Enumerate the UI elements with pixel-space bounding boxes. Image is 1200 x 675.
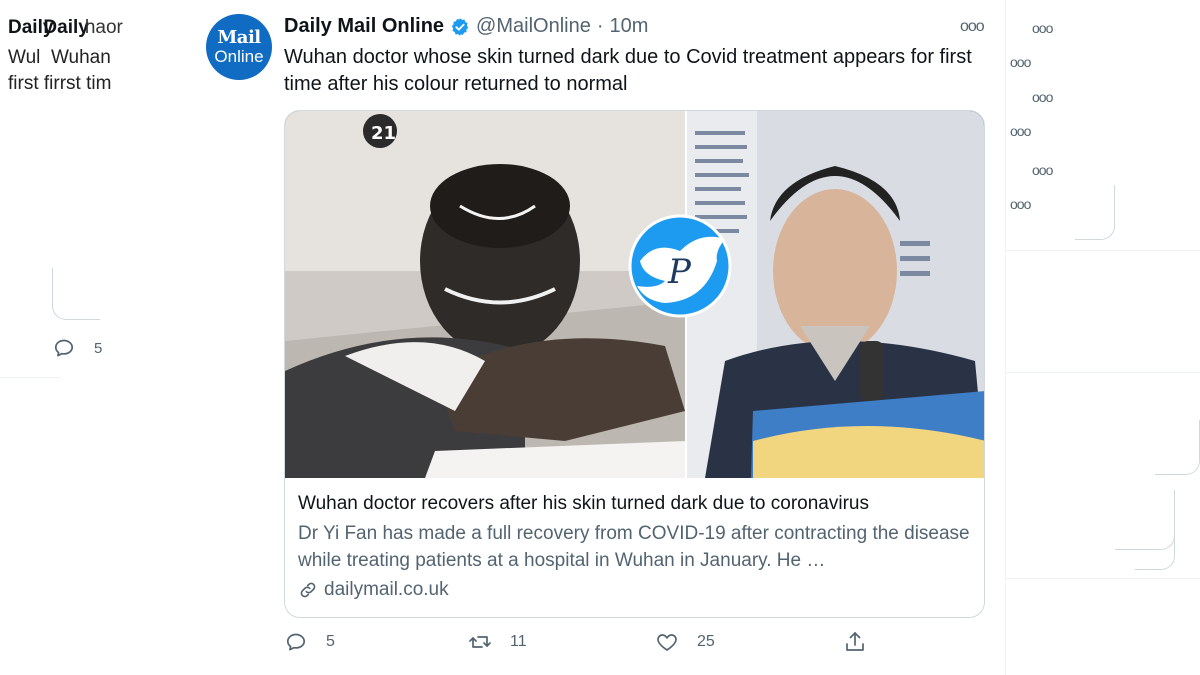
display-name[interactable]: Daily Mail Online (284, 15, 444, 38)
handle[interactable]: @MailOnline (476, 15, 591, 38)
reply-button[interactable]: 5 (284, 630, 335, 654)
svg-text:21: 21 (371, 123, 396, 144)
reply-count: 5 (326, 633, 335, 650)
left-tweet-line-1: Wul Wuhan (8, 47, 111, 68)
timestamp[interactable]: 10m (610, 15, 649, 38)
left-reply-button[interactable]: 5 (52, 336, 102, 360)
left-tweet-name: DailyDailyhaor (8, 17, 123, 38)
divider (1005, 250, 1200, 251)
card-title[interactable]: Wuhan doctor recovers after his skin tur… (298, 491, 971, 517)
card-photo: 21 P (285, 111, 984, 478)
more-options-icon[interactable]: ooo (1010, 54, 1031, 70)
tweet-text: Wuhan doctor whose skin turned dark due … (284, 46, 972, 95)
more-options-icon[interactable]: ooo (1032, 162, 1053, 178)
divider (1005, 372, 1200, 373)
share-icon (846, 632, 864, 651)
like-icon (657, 634, 677, 651)
card-body: Wuhan doctor recovers after his skin tur… (298, 491, 971, 601)
like-count: 25 (697, 633, 715, 650)
like-button[interactable]: 25 (655, 630, 715, 654)
more-options-icon[interactable]: ooo (1032, 89, 1053, 105)
ghost-card-edge (1135, 520, 1175, 570)
tweet-actions: 5 11 25 (284, 630, 884, 662)
retweet-icon (469, 636, 491, 648)
left-tweet-line-2: first firrst tim (8, 73, 112, 94)
svg-text:P: P (667, 252, 692, 292)
divider (1005, 578, 1200, 579)
tweet-header: Daily Mail Online @MailOnline · 10m (284, 15, 648, 38)
more-options-icon[interactable]: ooo (1010, 196, 1031, 212)
left-card-edge (52, 268, 100, 320)
link-card[interactable]: 21 P Wuhan doctor recovers after his ski… (284, 110, 985, 618)
tweet-article[interactable]: Mail Online Daily Mail Online @MailOnlin… (198, 0, 1008, 675)
divider (0, 377, 60, 378)
left-reply-count: 5 (94, 339, 103, 357)
more-options-icon[interactable]: ooo (1032, 20, 1053, 36)
left-ghost-tweet: DailyDailyhaor Wul Wuhan first firrst ti… (0, 0, 180, 675)
avatar[interactable]: Mail Online (206, 14, 272, 80)
retweet-count: 11 (510, 633, 527, 650)
more-options-icon[interactable]: ooo (960, 18, 985, 36)
reply-icon (286, 633, 306, 651)
card-description: Dr Yi Fan has made a full recovery from … (298, 523, 970, 571)
card-image: 21 P (285, 111, 984, 478)
link-icon (300, 582, 316, 598)
ghost-card-edge (1075, 185, 1115, 240)
more-options-icon[interactable]: ooo (1010, 123, 1031, 139)
right-ghost-tweets: ooo ooo ooo ooo ooo ooo (1005, 0, 1200, 675)
card-domain[interactable]: dailymail.co.uk (298, 579, 971, 601)
ghost-card-edge (1155, 420, 1200, 475)
separator: · (596, 15, 604, 37)
reply-icon (54, 339, 74, 357)
verified-badge-icon (451, 17, 469, 36)
share-button[interactable] (843, 630, 867, 654)
retweet-button[interactable]: 11 (468, 630, 527, 654)
